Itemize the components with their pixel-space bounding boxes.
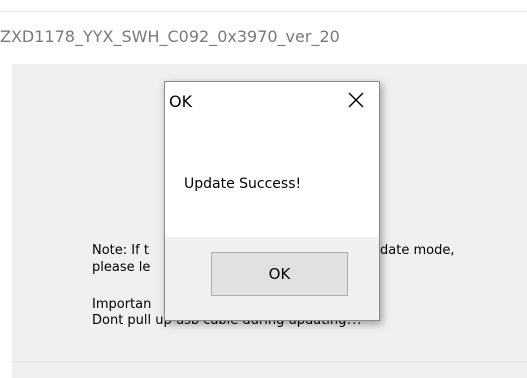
update-success-dialog: OK Update Success! OK [164,81,380,321]
important-line-1: Importan [92,297,152,312]
window-top-border [0,11,527,12]
bottom-divider [12,361,527,362]
note-line-2: please le [92,260,151,275]
note-line-1-right: date mode, [380,243,455,258]
dialog-message: Update Success! [184,176,302,192]
ok-button[interactable]: OK [211,252,348,296]
dialog-button-area: OK [165,237,379,320]
dialog-title: OK [169,92,193,111]
close-icon-glyph [348,92,364,108]
ok-button-label: OK [268,265,291,283]
window-title: ZXD1178_YYX_SWH_C092_0x3970_ver_20 [0,27,340,46]
note-line-1-left: Note: If t [92,243,149,258]
close-icon[interactable] [346,90,366,110]
